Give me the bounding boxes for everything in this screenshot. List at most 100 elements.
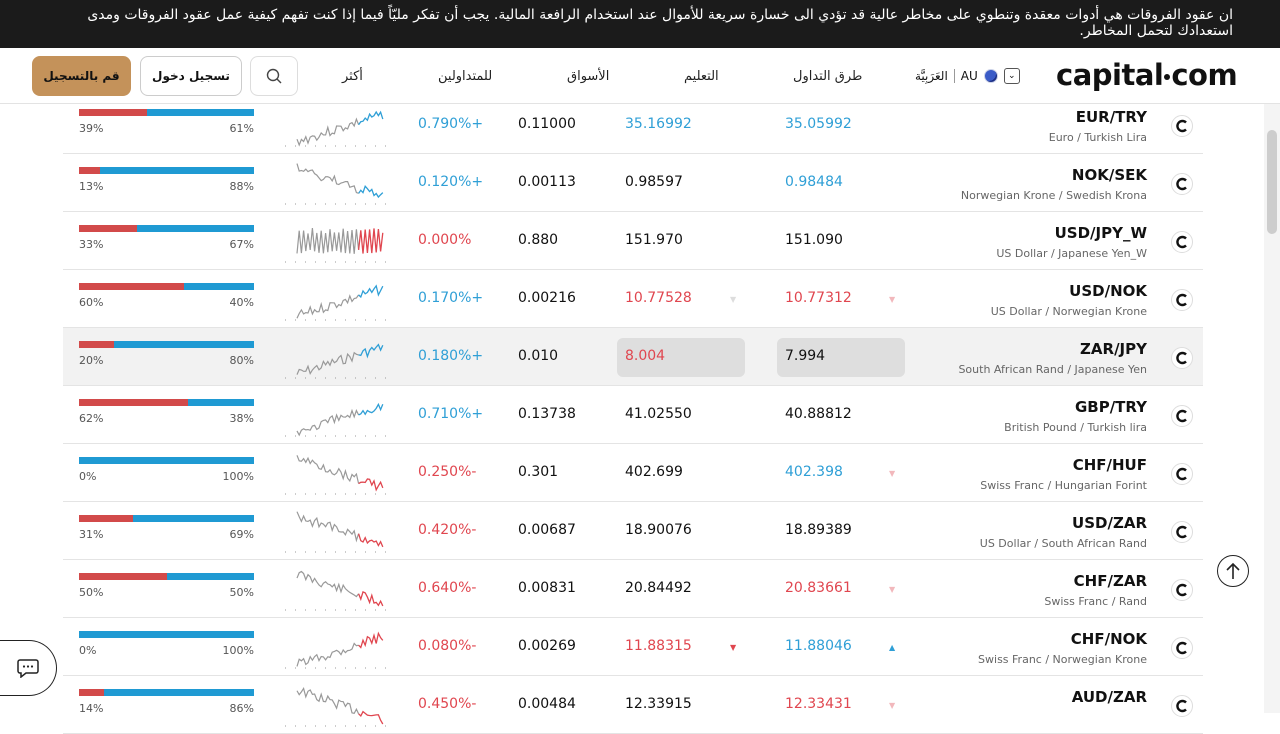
table-row[interactable]: 50% 50% 0.640%- 0.00831 20.84492 20.83661 ▼ CHF…: [63, 560, 1203, 618]
table-row[interactable]: 33% 67% 0.000% 0.880 151.970 151.090 USD/JPY_W…: [63, 212, 1203, 270]
sell-price[interactable]: 10.77528: [625, 290, 692, 306]
sell-price[interactable]: 18.90076: [625, 522, 692, 538]
sparkline-history: [296, 642, 359, 667]
scrollbar-thumb[interactable]: [1267, 130, 1277, 234]
signup-button[interactable]: قم بالتسجيل: [32, 56, 131, 96]
sell-price[interactable]: 41.02550: [625, 406, 692, 422]
instrument-symbol[interactable]: NOK/SEK: [843, 166, 1147, 184]
spread-value: 0.13738: [518, 406, 576, 422]
capital-com-logo[interactable]: capital com: [1056, 58, 1238, 92]
instrument-symbol[interactable]: CHF/NOK: [843, 630, 1147, 648]
table-row[interactable]: 62% 38% 0.710%+ 0.13738 41.02550 40.88812 GBP/…: [63, 386, 1203, 444]
spread-value: 0.00269: [518, 638, 576, 654]
login-button[interactable]: تسجيل دخول: [140, 56, 242, 96]
nav-markets[interactable]: الأسواق: [567, 69, 609, 84]
sentiment-buy-fill: [79, 631, 254, 638]
buy-price[interactable]: 7.994: [785, 348, 825, 364]
instrument-logo-icon: [1171, 115, 1193, 137]
sell-price-down-arrow-icon: ▼: [730, 643, 737, 652]
sell-price[interactable]: 8.004: [625, 348, 665, 364]
sentiment-bar: [79, 167, 254, 174]
sentiment-buy-fill: [187, 399, 254, 406]
sentiment-sell-percent: 14%: [79, 702, 104, 715]
instrument-logo-icon: [1171, 231, 1193, 253]
sentiment-buy-fill: [103, 689, 254, 696]
sentiment-bar: [79, 631, 254, 638]
instrument-symbol[interactable]: USD/ZAR: [843, 514, 1147, 532]
nav-more[interactable]: أكثر: [342, 69, 363, 84]
sparkline-history: [296, 351, 359, 376]
sell-price[interactable]: 0.98597: [625, 174, 683, 190]
table-row[interactable]: 0% 100% 0.080%- 0.00269 11.88315 11.88046 ▼ ▲ CH…: [63, 618, 1203, 676]
buy-price[interactable]: 10.77312: [785, 290, 852, 306]
chat-button[interactable]: [0, 640, 57, 696]
sentiment-buy-fill: [166, 573, 254, 580]
daily-change: 0.080%-: [418, 638, 477, 654]
sentiment-sell-percent: 13%: [79, 180, 104, 193]
instrument-logo-icon: [1171, 405, 1193, 427]
sparkline-history: [296, 686, 360, 715]
instrument-symbol[interactable]: GBP/TRY: [843, 398, 1147, 416]
sentiment-buy-percent: 38%: [229, 412, 254, 425]
spread-value: 0.00484: [518, 696, 576, 712]
sentiment-sell-percent: 50%: [79, 586, 104, 599]
buy-price[interactable]: 12.33431: [785, 696, 852, 712]
capital-c-icon: [1176, 177, 1187, 191]
search-button[interactable]: [250, 56, 298, 96]
sentiment-sell-percent: 20%: [79, 354, 104, 367]
sparkline-recent: [358, 284, 384, 299]
capital-c-icon: [1176, 641, 1187, 655]
region-language-selector[interactable]: العَرَبِيَّة AU ⌄: [915, 68, 1020, 84]
buy-price[interactable]: 40.88812: [785, 406, 852, 422]
table-row[interactable]: 0% 100% 0.250%- 0.301 402.699 402.398 ▼ CHF/HUF…: [63, 444, 1203, 502]
sell-price[interactable]: 151.970: [625, 232, 683, 248]
sell-price[interactable]: 35.16992: [625, 116, 692, 132]
instrument-symbol[interactable]: CHF/ZAR: [843, 572, 1147, 590]
table-row[interactable]: 60% 40% 0.170%+ 0.00216 10.77528 10.77312 ▼ ▼ US…: [63, 270, 1203, 328]
instrument-symbol[interactable]: ZAR/JPY: [843, 340, 1147, 358]
buy-price[interactable]: 0.98484: [785, 174, 843, 190]
instrument-symbol[interactable]: CHF/HUF: [843, 456, 1147, 474]
nav-trading-ways[interactable]: طرق التداول: [793, 69, 862, 84]
buy-price[interactable]: 402.398: [785, 464, 843, 480]
buy-price[interactable]: 35.05992: [785, 116, 852, 132]
buy-price[interactable]: 20.83661: [785, 580, 852, 596]
sparkline-recent: [357, 533, 384, 548]
instrument-name: Swiss Franc / Hungarian Forint: [980, 479, 1147, 492]
sentiment-buy-fill: [184, 283, 254, 290]
sentiment-sell-percent: 0%: [79, 644, 97, 657]
sentiment-bar: [79, 341, 254, 348]
region-label: AU: [960, 69, 978, 83]
chevron-down-icon[interactable]: ⌄: [1003, 68, 1020, 84]
scroll-to-top-button[interactable]: [1217, 555, 1249, 587]
sparkline-recent: [358, 185, 384, 199]
table-row[interactable]: 39% 61% 0.790%+ 0.11000 35.16992 35.05992 EUR/…: [63, 96, 1203, 154]
table-row[interactable]: 14% 86% 0.450%- 0.00484 12.33915 12.33431 ▼ AUD…: [63, 676, 1203, 734]
nav-education[interactable]: التعليم: [684, 69, 719, 84]
sell-price[interactable]: 12.33915: [625, 696, 692, 712]
daily-change: 0.420%-: [418, 522, 477, 538]
instrument-symbol[interactable]: EUR/TRY: [843, 108, 1147, 126]
table-row[interactable]: 31% 69% 0.420%- 0.00687 18.90076 18.89389 USD/…: [63, 502, 1203, 560]
buy-price[interactable]: 18.89389: [785, 522, 852, 538]
sentiment-sell-percent: 33%: [79, 238, 104, 251]
nav-for-traders[interactable]: للمتداولين: [438, 69, 492, 84]
price-sparkline: [285, 163, 389, 205]
instrument-symbol[interactable]: USD/NOK: [843, 282, 1147, 300]
sell-price[interactable]: 402.699: [625, 464, 683, 480]
instrument-symbol[interactable]: USD/JPY_W: [843, 224, 1147, 242]
daily-change: 0.450%-: [418, 696, 477, 712]
sentiment-sell-fill: [79, 225, 137, 232]
sell-price[interactable]: 20.84492: [625, 580, 692, 596]
buy-price[interactable]: 151.090: [785, 232, 843, 248]
logo-word-capital: capital: [1056, 58, 1164, 92]
capital-c-icon: [1176, 409, 1187, 423]
table-row[interactable]: 20% 80% 0.180%+ 0.010 8.004 7.994 ZAR/JPY South…: [63, 328, 1203, 386]
table-row[interactable]: 13% 88% 0.120%+ 0.00113 0.98597 0.98484 NOK/SE…: [63, 154, 1203, 212]
sparkline-history: [296, 455, 360, 484]
buy-price[interactable]: 11.88046: [785, 638, 852, 654]
instrument-symbol[interactable]: AUD/ZAR: [843, 688, 1147, 706]
capital-c-icon: [1176, 525, 1187, 539]
language-label: العَرَبِيَّة: [915, 69, 948, 83]
sell-price[interactable]: 11.88315: [625, 638, 692, 654]
